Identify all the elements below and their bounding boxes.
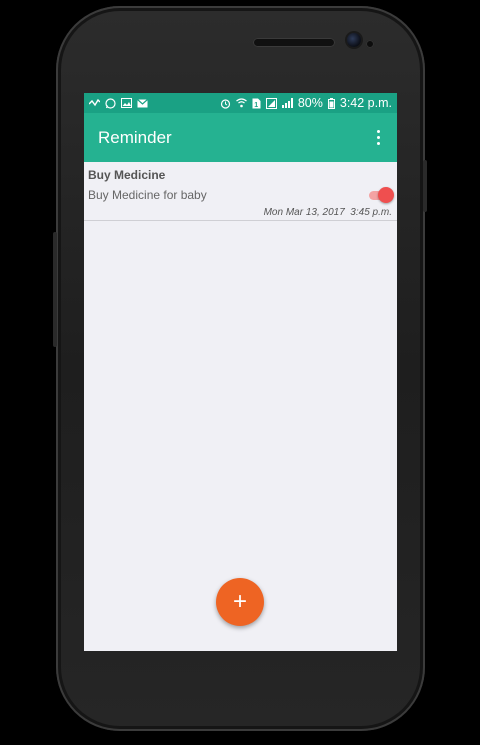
- status-time: 3:42 p.m.: [339, 96, 392, 110]
- sim-icon: 1: [252, 98, 261, 109]
- mail-icon: [137, 98, 148, 107]
- image-icon: [121, 98, 132, 108]
- status-system: 1 80% 3:42 p.m.: [220, 96, 392, 110]
- svg-text:1: 1: [254, 102, 258, 109]
- volume-button: [53, 232, 57, 347]
- wifi-icon: [235, 98, 247, 108]
- signal-icon: [265, 97, 277, 109]
- reminder-toggle[interactable]: [366, 187, 394, 203]
- battery-percentage: 80%: [297, 96, 323, 110]
- signal-bars-icon: [281, 98, 293, 108]
- reminder-title: Buy Medicine: [88, 168, 166, 182]
- reminder-list-item[interactable]: Buy Medicine Buy Medicine for baby Mon M…: [84, 162, 397, 221]
- battery-icon: [327, 97, 335, 109]
- overflow-menu-icon[interactable]: [371, 128, 385, 148]
- toggle-thumb: [378, 187, 394, 203]
- app-screen: 1 80% 3:42 p.m. Reminder Buy Medicine Bu…: [84, 93, 397, 651]
- app-toolbar: Reminder: [84, 113, 397, 162]
- add-reminder-button[interactable]: +: [216, 578, 264, 626]
- earpiece-speaker: [253, 38, 335, 47]
- whatsapp-icon: [105, 97, 116, 109]
- reminder-datetime: Mon Mar 13, 2017 3:45 p.m.: [263, 207, 392, 218]
- power-button: [423, 160, 427, 212]
- reminder-description: Buy Medicine for baby: [88, 188, 207, 202]
- front-camera: [347, 33, 361, 47]
- add-icon: +: [232, 588, 247, 615]
- alarm-icon: [220, 98, 230, 109]
- signal-wave-icon: [89, 98, 100, 107]
- status-bar: 1 80% 3:42 p.m.: [84, 93, 397, 113]
- status-notifications: [89, 97, 148, 109]
- app-title: Reminder: [98, 127, 172, 147]
- light-sensor: [366, 40, 374, 48]
